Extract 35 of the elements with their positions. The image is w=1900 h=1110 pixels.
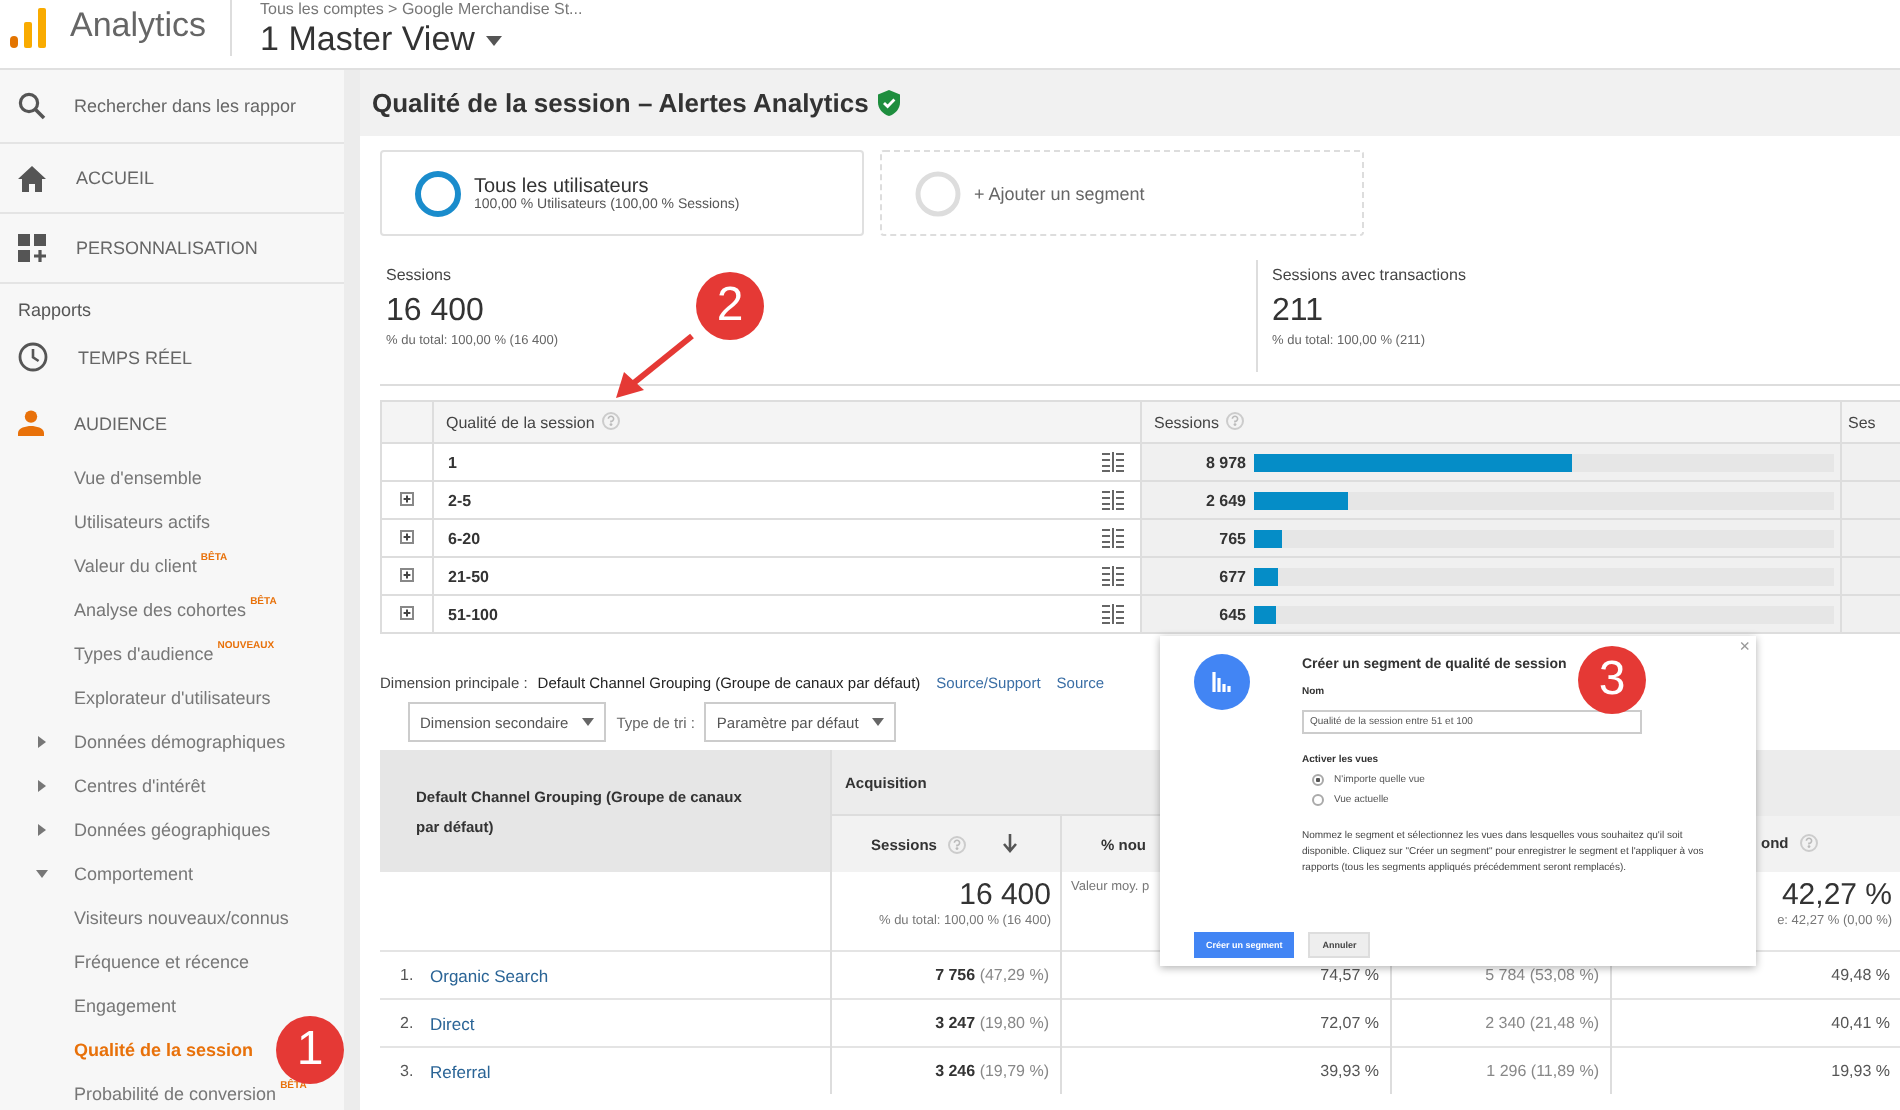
- tag-label: BÊTA: [200, 552, 228, 564]
- segment-title: Tous les utilisateurs: [474, 175, 651, 197]
- table-cell: 39,93 %: [1060, 1047, 1390, 1094]
- table-cell-text: 8 978: [1203, 453, 1246, 471]
- row-number: 2.: [380, 999, 430, 1047]
- product-name: Analytics: [70, 6, 207, 46]
- row-number: 3.: [380, 1047, 430, 1094]
- table-cell: 19,93 %: [1610, 1047, 1900, 1094]
- section-label: Rapports: [16, 298, 94, 324]
- table-cell: 51-100: [448, 605, 498, 623]
- metric-label: Sessions: [386, 266, 451, 284]
- table-cell-text: 765: [1217, 529, 1246, 547]
- table-cell: 3 247 (19,80 %): [830, 999, 1060, 1047]
- table-cell: 2-5: [448, 491, 472, 509]
- total-value: 16 400: [957, 878, 1051, 912]
- table-cell: 6-20: [448, 529, 481, 547]
- metric-label: Sessions avec transactions: [1272, 266, 1466, 284]
- table-cell: 21-50: [448, 567, 489, 585]
- table-cell: 3 246 (19,79 %): [830, 1047, 1060, 1094]
- tag-label: NOUVEAUX: [217, 640, 275, 652]
- total-value: 42,27 %: [1779, 878, 1893, 912]
- tag-label: BÊTA: [250, 596, 277, 608]
- page-title: Qualité de la session – Alertes Analytics: [372, 88, 869, 118]
- table-cell: 7 756 (47,29 %): [830, 951, 1060, 999]
- table-cell-text: 2 649: [1203, 491, 1246, 509]
- table-cell-text: 677: [1217, 567, 1246, 585]
- row-number: 1.: [380, 951, 430, 999]
- table-cell: 1: [448, 453, 457, 471]
- table-cell: 40,41 %: [1610, 999, 1900, 1047]
- metric-value: 211: [1272, 294, 1324, 330]
- table-cell: 2 340 (21,48 %): [1390, 999, 1611, 1047]
- table-cell: 72,07 %: [1060, 999, 1390, 1047]
- metric-value: 16 400: [386, 294, 484, 330]
- table-cell-text: 645: [1217, 605, 1246, 623]
- table-cell: 1 296 (11,89 %): [1390, 1047, 1611, 1094]
